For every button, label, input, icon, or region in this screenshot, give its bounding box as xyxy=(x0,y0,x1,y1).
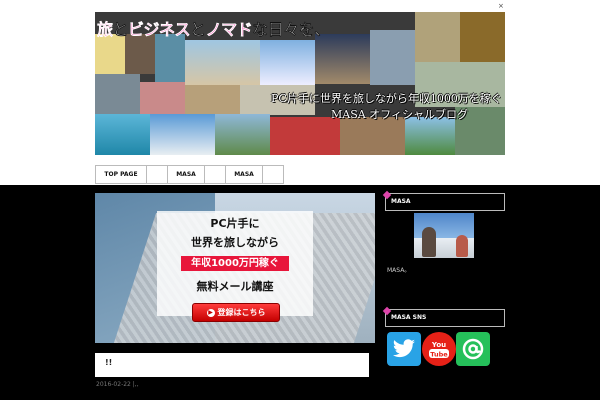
svg-text:Tube: Tube xyxy=(430,351,448,359)
photo-tile xyxy=(95,74,140,114)
photo-tile xyxy=(95,34,125,74)
banner-title-part: と xyxy=(190,20,206,39)
banner-title-part: 旅 xyxy=(97,20,113,39)
register-button-label: 登録はこちら xyxy=(217,308,266,317)
photo-tile xyxy=(370,30,415,85)
photo-tile xyxy=(270,117,340,155)
photo-tile xyxy=(185,40,260,85)
banner-line: PC片手に xyxy=(210,217,260,230)
banner-text-panel: PC片手に 世界を旅しながら 年収1000万円稼ぐ 無料メール講座 ▶ 登録はこ… xyxy=(157,211,313,322)
nav-item-top-page[interactable]: TOP PAGE xyxy=(95,165,147,184)
photo-tile xyxy=(155,34,185,89)
banner-title-part: ビジネス xyxy=(128,20,191,39)
banner-subtitle: PC片手に世界を旅しながら年収1000万を稼ぐ xyxy=(271,92,502,105)
banner-highlight-text: 年収1000万円稼ぐ xyxy=(191,258,279,269)
banner-line: 世界を旅しながら xyxy=(191,236,279,249)
photo-tile xyxy=(315,34,370,84)
banner-line: 無料メール講座 xyxy=(196,280,274,293)
photo-tile xyxy=(215,114,270,155)
photo-tile xyxy=(125,34,155,74)
sidebar-heading-sns: MASA SNS xyxy=(382,306,505,327)
photo-tile xyxy=(340,117,405,155)
nav-item-blank[interactable] xyxy=(262,165,284,184)
header-banner[interactable]: 旅とビジネスとノマドな日々を、 PC片手に世界を旅しながら年収1000万を稼ぐ … xyxy=(95,12,505,155)
person-figure xyxy=(456,235,468,257)
photo-tile xyxy=(260,40,315,85)
photo-tile xyxy=(95,114,150,155)
sidebar-heading-text: MASA SNS xyxy=(391,314,427,321)
heading-marker-icon xyxy=(382,190,392,200)
photo-tile xyxy=(460,12,505,62)
nav-item-masa[interactable]: MASA xyxy=(167,165,205,184)
photo-tile xyxy=(405,117,455,155)
heading-marker-icon xyxy=(382,306,392,316)
photo-tile xyxy=(140,82,185,114)
sidebar-heading-text: MASA xyxy=(391,198,411,205)
global-nav: TOP PAGE MASA MASA xyxy=(95,165,284,184)
profile-caption: MASA。 xyxy=(387,267,411,274)
photo-tile xyxy=(185,85,240,115)
line-at-icon[interactable] xyxy=(456,332,490,366)
post-title-box[interactable]: !! xyxy=(95,353,369,377)
svg-text:You: You xyxy=(431,341,446,349)
banner-title: 旅とビジネスとノマドな日々を、 xyxy=(97,16,330,40)
post-date: 2016-02-22 |,, xyxy=(96,381,139,388)
post-title[interactable]: !! xyxy=(105,358,112,367)
banner-title-part: と xyxy=(112,20,129,39)
profile-photo[interactable] xyxy=(414,213,474,258)
nav-item-blank[interactable] xyxy=(146,165,168,184)
banner-highlight: 年収1000万円稼ぐ xyxy=(181,256,289,271)
header-area: × 旅とビジネスとノマドな日々を、 PC片手に世界を旅しながら年収1000万を稼… xyxy=(0,0,600,185)
register-button[interactable]: ▶ 登録はこちら xyxy=(192,303,280,322)
nav-item-blank[interactable] xyxy=(204,165,226,184)
banner-title-part: ノマド xyxy=(205,20,253,39)
sidebar-heading-profile: MASA xyxy=(382,190,505,211)
banner-blog-name: MASA オフィシャルブログ xyxy=(331,108,468,121)
mail-course-banner[interactable]: PC片手に 世界を旅しながら 年収1000万円稼ぐ 無料メール講座 ▶ 登録はこ… xyxy=(95,193,375,343)
person-figure xyxy=(422,227,436,257)
youtube-icon[interactable]: You Tube xyxy=(422,332,456,366)
photo-tile xyxy=(150,114,215,155)
close-icon[interactable]: × xyxy=(498,2,504,10)
photo-tile xyxy=(415,12,460,62)
twitter-icon[interactable] xyxy=(387,332,421,366)
play-icon: ▶ xyxy=(206,308,215,317)
banner-title-part: な日々を、 xyxy=(252,20,330,39)
nav-item-masa[interactable]: MASA xyxy=(225,165,263,184)
